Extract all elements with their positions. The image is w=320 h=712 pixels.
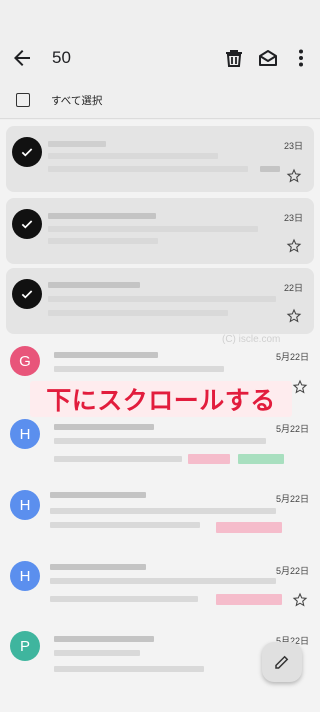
selected-count: 50 [52, 48, 71, 67]
check-icon [21, 220, 33, 229]
trash-icon[interactable] [222, 46, 246, 70]
sender-avatar[interactable]: H [10, 490, 40, 520]
compose-button[interactable] [262, 642, 302, 682]
message-item-2[interactable]: 23日 [6, 198, 314, 264]
sender-avatar[interactable]: P [10, 631, 40, 661]
message-item-5[interactable]: H 5月22日 [0, 414, 320, 484]
arrow-back-icon[interactable] [10, 46, 34, 70]
message-date: 5月22日 [275, 424, 309, 434]
select-all-label: すべて選択 [51, 94, 103, 107]
message-item-3[interactable]: 22日 [6, 268, 314, 334]
select-all-row[interactable]: すべて選択 [16, 90, 102, 110]
scroll-down-caption: 下にスクロールする [30, 381, 292, 417]
star-icon[interactable] [292, 592, 308, 608]
selected-check-avatar[interactable] [12, 209, 42, 239]
sender-avatar[interactable]: G [10, 346, 40, 376]
check-icon [21, 148, 33, 157]
top-app-bar: 50 すべて選択 [0, 0, 320, 120]
pencil-icon [275, 655, 289, 669]
check-icon [21, 290, 33, 299]
select-all-checkbox[interactable] [16, 93, 30, 107]
more-vert-icon[interactable] [289, 46, 313, 70]
divider [0, 118, 320, 119]
message-item-7[interactable]: H 5月22日 [0, 556, 320, 626]
message-item-1[interactable]: 23日 [6, 126, 314, 192]
selected-check-avatar[interactable] [12, 137, 42, 167]
sender-avatar[interactable]: H [10, 561, 40, 591]
message-date: 23日 [283, 141, 303, 151]
message-date: 5月22日 [275, 494, 309, 504]
sender-avatar[interactable]: H [10, 419, 40, 449]
message-date: 5月22日 [275, 566, 309, 576]
message-item-6[interactable]: H 5月22日 [0, 484, 320, 554]
message-date: 5月22日 [275, 352, 309, 362]
star-icon[interactable] [286, 168, 302, 184]
mark-read-icon[interactable] [256, 46, 280, 70]
selected-check-avatar[interactable] [12, 279, 42, 309]
star-icon[interactable] [286, 238, 302, 254]
star-icon[interactable] [286, 308, 302, 324]
message-date: 23日 [283, 213, 303, 223]
star-icon[interactable] [292, 379, 308, 395]
message-date: 22日 [283, 283, 303, 293]
